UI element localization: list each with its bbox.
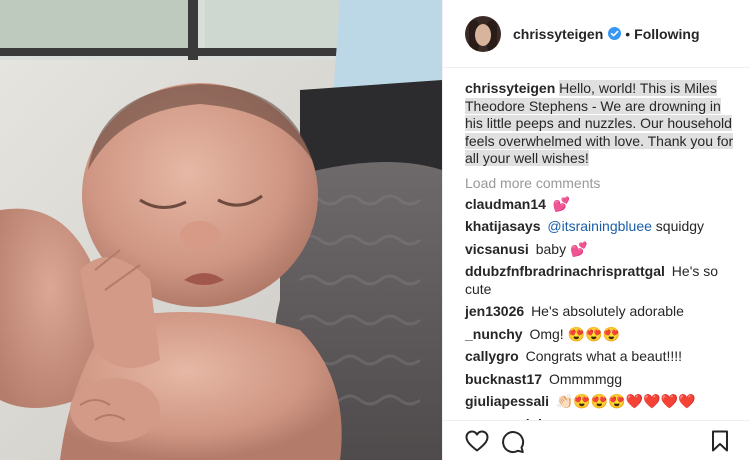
comment-item: claudman14 💕 [465,196,741,214]
comment-item: callygro Congrats what a beaut!!!! [465,348,741,366]
comment-username[interactable]: jen13026 [465,303,524,319]
separator-dot: • [625,25,631,42]
post-photo[interactable] [0,0,442,460]
comment-text: Ommmmgg [548,370,623,387]
newborn-baby-photo [0,0,442,460]
caption-username[interactable]: chrissyteigen [465,80,555,96]
comment-text: squidgy [655,218,705,234]
comment-icon[interactable] [501,430,525,454]
comment-username[interactable]: callygro [465,348,519,364]
comment-username[interactable]: ddubzfnfbradrinachrisprattgal [465,263,665,279]
post-side-panel: chrissyteigen • Following chrissyteigen … [442,0,750,461]
post-caption: chrissyteigen Hello, world! This is Mile… [465,80,741,168]
comment-item: vicsanusi baby 💕 [465,241,741,259]
bookmark-icon[interactable] [711,430,729,452]
comment-item: bucknast17 Ommmmgg [465,371,741,389]
comment-username[interactable]: _nunchy [465,326,523,342]
comment-mention-link[interactable]: @itsrainingbluee [547,218,652,234]
comment-text: baby 💕 [535,240,588,257]
comment-username[interactable]: claudman14 [465,196,546,212]
comment-username[interactable]: bucknast17 [465,371,542,387]
comment-text: 💕 [552,195,571,212]
heart-icon[interactable] [465,430,489,452]
comment-username[interactable]: giuliapessali [465,393,549,409]
comment-text: 👏🏻😍😍😍❤️❤️❤️❤️ [555,393,696,409]
comments-list: chrissyteigen Hello, world! This is Mile… [465,80,741,426]
instagram-post: chrissyteigen • Following chrissyteigen … [0,0,750,461]
comment-text: Congrats what a beaut!!!! [525,348,683,364]
comment-text: Omg! 😍😍😍 [529,325,620,342]
header-username[interactable]: chrissyteigen [513,26,603,42]
post-header: chrissyteigen • Following [443,0,750,68]
following-button[interactable]: Following [634,26,699,42]
post-actions-bar [443,420,750,461]
comment-item: khatijasays @itsrainingbluee squidgy [465,218,741,236]
comment-text: He's absolutely adorable [531,303,684,319]
comment-username[interactable]: khatijasays [465,218,541,234]
comment-username[interactable]: vicsanusi [465,241,529,257]
avatar[interactable] [465,15,501,52]
comment-item: ddubzfnfbradrinachrisprattgal He's so cu… [465,263,741,298]
comment-item: giuliapessali 👏🏻😍😍😍❤️❤️❤️❤️ [465,393,741,411]
load-more-comments-button[interactable]: Load more comments [465,175,741,191]
comment-item: _nunchy Omg! 😍😍😍 [465,326,741,344]
verified-badge-icon [608,27,622,40]
comment-item: jen13026 He's absolutely adorable [465,303,741,321]
